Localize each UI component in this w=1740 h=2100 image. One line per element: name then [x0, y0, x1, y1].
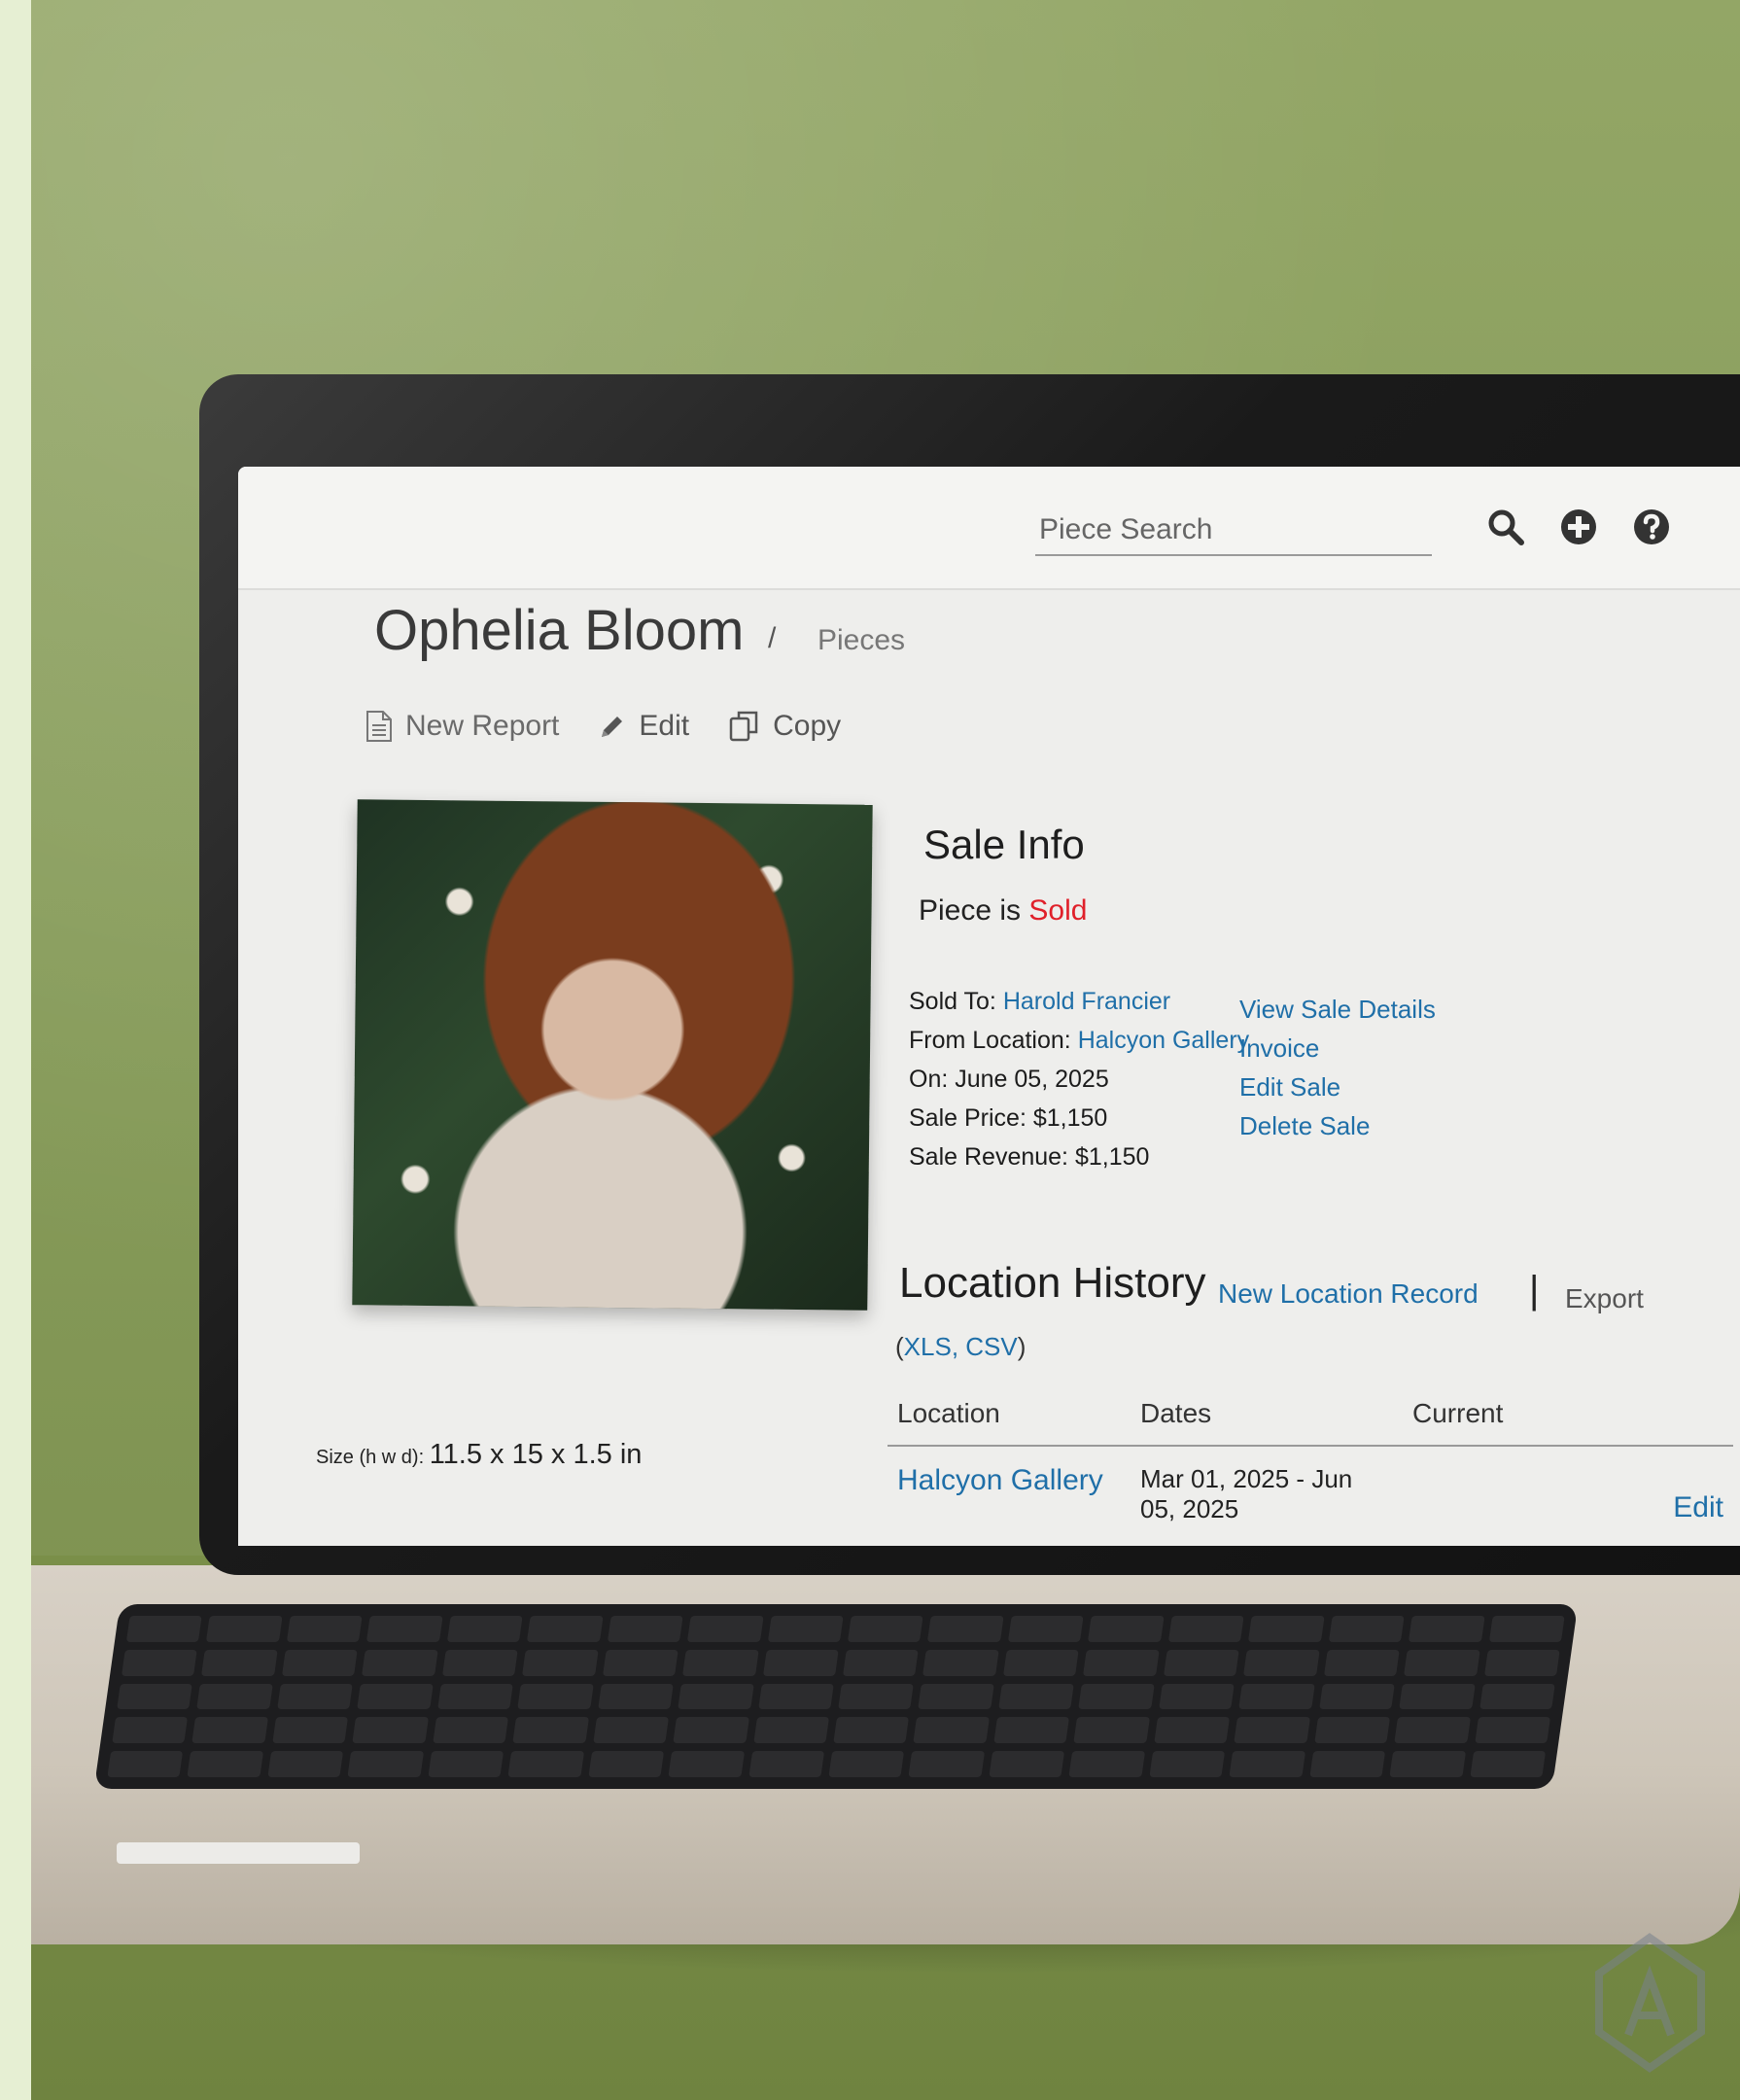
export-csv-link[interactable]: CSV [965, 1332, 1017, 1361]
export-formats: (XLS, CSV) [895, 1332, 1026, 1362]
size-value: 11.5 x 15 x 1.5 in [429, 1439, 643, 1470]
sale-details: Sold To: Harold Francier From Location: … [909, 982, 1249, 1176]
edit-button[interactable]: Edit [598, 710, 689, 743]
piece-size: Size (h w d): 11.5 x 15 x 1.5 in [316, 1439, 642, 1471]
location-history-table: Location Dates Current Halcyon Gallery M… [887, 1390, 1733, 1530]
pencil-icon [598, 712, 627, 741]
sale-info-heading: Sale Info [923, 822, 1085, 867]
export-formats-sep: , [951, 1332, 966, 1361]
page-title: Ophelia Bloom [374, 599, 745, 662]
artwork-image [352, 799, 873, 1311]
from-location-row: From Location: Halcyon Gallery [909, 1021, 1249, 1060]
breadcrumb-separator: / [768, 622, 777, 654]
copy-button[interactable]: Copy [728, 710, 841, 743]
sale-actions: View Sale Details Invoice Edit Sale Dele… [1239, 990, 1436, 1145]
sale-price-value: $1,150 [1032, 1104, 1108, 1132]
sold-badge: Sold [1028, 894, 1088, 927]
export-label: Export [1565, 1283, 1644, 1313]
sold-to-row: Sold To: Harold Francier [909, 982, 1249, 1021]
sale-price-label: Sale Price: [909, 1104, 1033, 1132]
sale-revenue-value: $1,150 [1074, 1143, 1150, 1171]
from-location-link[interactable]: Halcyon Gallery [1078, 1027, 1249, 1054]
buyer-link[interactable]: Harold Francier [1003, 988, 1170, 1015]
row-edit-link[interactable]: Edit [1403, 1446, 1733, 1530]
laptop-front-edge [117, 1842, 360, 1864]
sale-revenue-label: Sale Revenue: [909, 1143, 1075, 1171]
sale-revenue-row: Sale Revenue: $1,150 [909, 1138, 1249, 1176]
view-sale-details-link[interactable]: View Sale Details [1239, 990, 1436, 1029]
copy-label: Copy [773, 710, 842, 742]
sale-date-row: On: June 05, 2025 [909, 1060, 1249, 1099]
location-cell-link[interactable]: Halcyon Gallery [887, 1446, 1131, 1530]
sale-price-row: Sale Price: $1,150 [909, 1099, 1249, 1138]
top-bar [238, 467, 1740, 590]
column-header-location: Location [887, 1390, 1131, 1447]
export-xls-link[interactable]: XLS [904, 1332, 952, 1361]
laptop-keyboard [93, 1604, 1579, 1789]
sale-status-prefix: Piece is [919, 894, 1029, 927]
new-location-record-link[interactable]: New Location Record [1218, 1278, 1479, 1310]
search-icon[interactable] [1482, 504, 1529, 550]
location-history-separator: | [1529, 1269, 1540, 1312]
export-formats-open: ( [895, 1332, 904, 1361]
add-icon[interactable] [1555, 504, 1602, 550]
sale-date-value: June 05, 2025 [955, 1066, 1109, 1093]
piece-search-input[interactable] [1035, 506, 1432, 556]
size-label: Size (h w d): [316, 1447, 430, 1468]
table-header-row: Location Dates Current [887, 1390, 1733, 1447]
sale-status: Piece is Sold [919, 894, 1087, 928]
table-row: Halcyon Gallery Mar 01, 2025 - Jun 05, 2… [887, 1446, 1733, 1530]
dates-cell: Mar 01, 2025 - Jun 05, 2025 [1140, 1464, 1353, 1523]
new-report-button[interactable]: New Report [365, 710, 559, 743]
delete-sale-link[interactable]: Delete Sale [1239, 1106, 1436, 1145]
watermark-logo-icon [1589, 1930, 1711, 2076]
breadcrumb-pieces[interactable]: Pieces [818, 624, 905, 657]
invoice-link[interactable]: Invoice [1239, 1029, 1436, 1068]
edit-sale-link[interactable]: Edit Sale [1239, 1068, 1436, 1106]
document-icon [365, 710, 394, 743]
column-header-current: Current [1403, 1390, 1733, 1447]
location-history-heading: Location History [899, 1259, 1206, 1307]
column-header-dates: Dates [1131, 1390, 1403, 1447]
copy-icon [728, 710, 761, 743]
help-icon[interactable] [1628, 504, 1675, 550]
left-edge-strip [0, 0, 31, 2100]
from-location-label: From Location: [909, 1027, 1078, 1054]
export-formats-close: ) [1017, 1332, 1027, 1361]
sale-date-label: On: [909, 1066, 956, 1093]
app-screen: Ophelia Bloom / Pieces New Report [238, 467, 1740, 1546]
sold-to-label: Sold To: [909, 988, 1003, 1015]
piece-toolbar: New Report Edit Copy [365, 710, 841, 743]
edit-label: Edit [639, 710, 690, 742]
new-report-label: New Report [405, 710, 560, 742]
